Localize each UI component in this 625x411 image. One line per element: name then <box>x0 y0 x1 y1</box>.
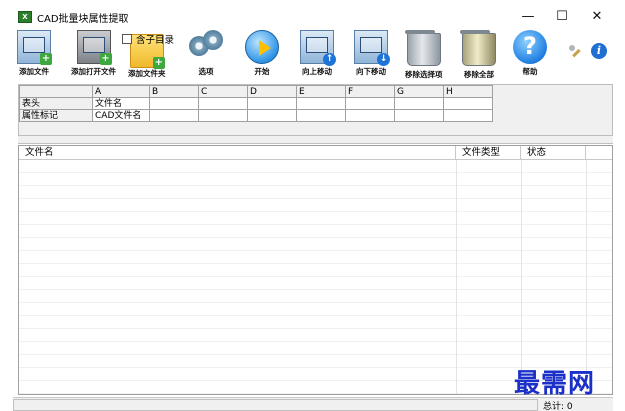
grid-col-header: A <box>92 85 150 98</box>
help-button[interactable]: ? 帮助 <box>513 30 547 80</box>
move-up-icon: ↑ <box>300 30 336 66</box>
column-header-status[interactable]: 状态 <box>521 146 586 160</box>
status-total: 总计: 0 <box>543 402 573 411</box>
options-label: 选项 <box>198 67 214 76</box>
column-header-filetype[interactable]: 文件类型 <box>456 146 521 160</box>
close-button[interactable]: ✕ <box>582 6 612 26</box>
toolbar: + 添加文件 + 添加打开文件 + 添加文件夹 含子目录 选项 开始 ↑ 向上移… <box>13 30 613 82</box>
info-icon[interactable]: i <box>591 43 607 59</box>
grid-cell[interactable]: 文件名 <box>92 97 150 110</box>
grid-cell[interactable] <box>149 109 199 122</box>
grid-header-row: A B C D E F G H <box>19 85 493 98</box>
grid-row-label: 表头 <box>19 97 93 110</box>
column-header-filename[interactable]: 文件名 <box>19 146 456 160</box>
move-up-label: 向上移动 <box>302 67 332 76</box>
file-list-body[interactable] <box>19 160 612 394</box>
grid-col-header: B <box>149 85 199 98</box>
add-open-file-button[interactable]: + 添加打开文件 <box>71 30 116 80</box>
help-icon: ? <box>513 30 547 64</box>
grid-row-label: 属性标记 <box>19 109 93 122</box>
add-open-file-icon: + <box>76 30 112 65</box>
grid-col-header: E <box>296 85 346 98</box>
watermark-text: 最需网 <box>514 369 596 399</box>
checkbox-box[interactable] <box>122 34 132 44</box>
move-up-button[interactable]: ↑ 向上移动 <box>300 30 336 80</box>
grid-cell[interactable] <box>345 109 395 122</box>
grid-row-header: 表头 文件名 <box>19 97 493 110</box>
grid-row-attribute-tag: 属性标记 CAD文件名 <box>19 109 493 122</box>
maximize-button[interactable]: ☐ <box>547 6 577 26</box>
remove-selected-label: 移除选择项 <box>405 70 443 79</box>
grid-col-header: H <box>443 85 493 98</box>
status-bar: 总计: 0 <box>13 397 613 411</box>
grid-cell[interactable] <box>345 97 395 110</box>
remove-selected-button[interactable]: 移除选择项 <box>404 30 443 80</box>
window-title: CAD批量块属性提取 <box>37 14 129 25</box>
attribute-grid-panel: A B C D E F G H 表头 文件名 属性标记 CAD文件名 <box>18 84 613 136</box>
grid-col-header: C <box>198 85 248 98</box>
add-file-icon: + <box>17 30 52 65</box>
add-folder-label: 添加文件夹 <box>128 69 166 78</box>
grid-cell[interactable]: CAD文件名 <box>92 109 150 122</box>
grid-cell[interactable] <box>247 109 297 122</box>
help-label: 帮助 <box>522 67 538 76</box>
recycle-bin-full-icon <box>460 30 496 66</box>
splitter[interactable] <box>18 136 613 144</box>
grid-col-header: D <box>247 85 297 98</box>
file-list-header: 文件名 文件类型 状态 <box>19 146 612 160</box>
grid-cell[interactable] <box>149 97 199 110</box>
grid-cell[interactable] <box>198 109 248 122</box>
grid-col-header: G <box>394 85 444 98</box>
start-button[interactable]: 开始 <box>245 30 279 80</box>
status-segment <box>13 399 538 411</box>
file-list[interactable]: 文件名 文件类型 状态 <box>18 145 613 395</box>
grid-cell[interactable] <box>296 97 346 110</box>
tools-icon[interactable] <box>568 44 582 58</box>
play-icon <box>245 30 279 64</box>
include-subdir-label: 含子目录 <box>136 35 175 46</box>
move-down-button[interactable]: ↓ 向下移动 <box>354 30 390 80</box>
add-open-file-label: 添加打开文件 <box>71 67 116 76</box>
title-bar: X CAD批量块属性提取 — ☐ ✕ <box>0 0 625 30</box>
move-down-label: 向下移动 <box>356 67 386 76</box>
add-file-label: 添加文件 <box>19 67 49 76</box>
options-button[interactable]: 选项 <box>189 30 223 80</box>
grid-cell[interactable] <box>394 109 444 122</box>
grid-corner <box>19 85 93 98</box>
gears-icon <box>189 30 223 64</box>
grid-cell[interactable] <box>296 109 346 122</box>
grid-cell[interactable] <box>443 109 493 122</box>
include-subdir-checkbox[interactable]: 含子目录 <box>122 32 174 46</box>
remove-all-button[interactable]: 移除全部 <box>460 30 496 80</box>
app-icon: X <box>18 11 32 23</box>
grid-cell[interactable] <box>247 97 297 110</box>
recycle-bin-icon <box>404 30 441 66</box>
minimize-button[interactable]: — <box>513 6 543 26</box>
grid-cell[interactable] <box>394 97 444 110</box>
move-down-icon: ↓ <box>354 30 390 66</box>
grid-cell[interactable] <box>198 97 248 110</box>
remove-all-label: 移除全部 <box>464 70 494 79</box>
start-label: 开始 <box>254 67 270 76</box>
grid-cell[interactable] <box>443 97 493 110</box>
attribute-grid: A B C D E F G H 表头 文件名 属性标记 CAD文件名 <box>19 85 493 122</box>
add-file-button[interactable]: + 添加文件 <box>17 30 52 80</box>
grid-col-header: F <box>345 85 395 98</box>
